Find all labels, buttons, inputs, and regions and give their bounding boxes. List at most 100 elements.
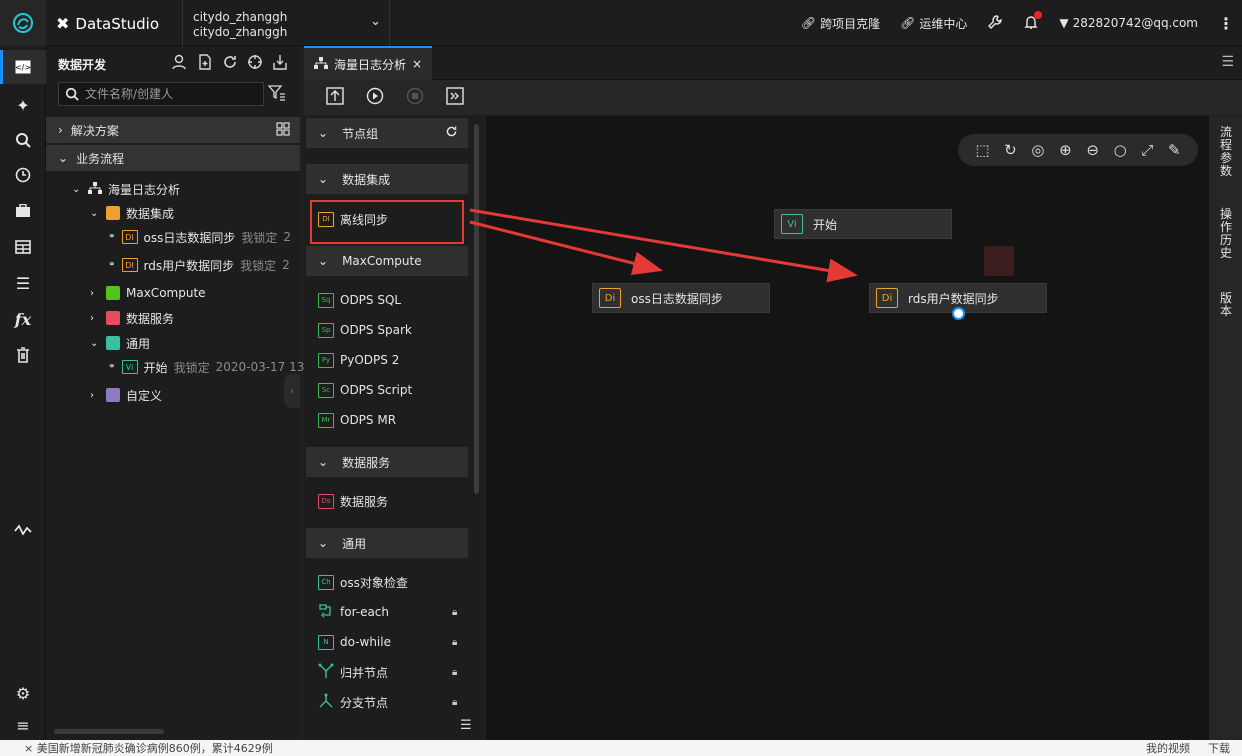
download-link[interactable]: 下载 [1208,740,1230,756]
node-for-each[interactable]: for-each [318,601,389,623]
node-oss-check[interactable]: Ch oss对象检查 [318,571,408,593]
solutions-section[interactable]: › 解决方案 [46,117,300,143]
tree-task-oss[interactable]: ⚭ DI oss日志数据同步 我锁定 2 [108,226,291,248]
ops-center-link[interactable]: 🔗︎ 运维中心 [900,15,967,32]
project-selector[interactable]: citydo_zhanggh citydo_zhanggh ⌄ [182,0,390,46]
workflow-canvas[interactable]: ⬚ ↻ ◎ ⊕ ⊖ ○ ⤢ ✎ Vi 开始 Di oss日志数据同步 Di rd… [486,116,1208,740]
horizontal-scrollbar[interactable] [54,729,164,734]
search-icon[interactable]: ○ [1114,141,1127,159]
canvas-node-oss-sync[interactable]: Di oss日志数据同步 [592,283,770,313]
tree-integration-folder[interactable]: ⌄ 数据集成 [90,202,174,224]
collapse-list-icon[interactable]: ☰ [460,718,472,733]
grid-view-icon[interactable] [276,121,290,139]
chevron-right-icon: › [90,389,94,401]
my-video-link[interactable]: 我的视频 [1146,740,1190,756]
tree-flow-item[interactable]: ⌄ 海量日志分析 [72,178,180,200]
dataworks-logo[interactable] [0,0,46,46]
group-data-service[interactable]: ⌄ 数据服务 [306,447,468,477]
node-label: ODPS SQL [340,293,402,307]
format-layout-icon[interactable]: ✎ [1168,141,1181,159]
node-label: ODPS MR [340,413,397,427]
zoom-out-icon[interactable]: ⊖ [1086,141,1099,159]
code-dev-icon[interactable]: </> [0,50,46,84]
python-icon: Py [318,352,334,368]
node-merge[interactable]: 归并节点 [318,661,388,683]
go-to-ops-icon[interactable] [446,87,464,108]
group-maxcompute[interactable]: ⌄ MaxCompute [306,246,468,276]
settings-gear-icon[interactable]: ⚙ [0,676,46,710]
tree-data-service-folder[interactable]: › 数据服务 [90,307,174,329]
business-flow-section[interactable]: ⌄ 业务流程 [46,145,300,171]
canvas-node-start[interactable]: Vi 开始 [774,209,952,239]
search-icon[interactable] [0,123,46,157]
tree-task-rds[interactable]: ⚭ DI rds用户数据同步 我锁定 2 [108,254,290,276]
node-data-service[interactable]: Ds 数据服务 [318,490,388,512]
node-odps-mr[interactable]: Mr ODPS MR [318,409,396,431]
zoom-in-icon[interactable]: ⊕ [1059,141,1072,159]
more-vertical-icon[interactable]: ⋮ [1218,14,1234,33]
version-tab[interactable]: 版本 [1209,292,1242,318]
flow-params-tab[interactable]: 流程参数 [1209,126,1242,178]
component-puzzle-icon[interactable]: ✦ [0,88,46,122]
search-input[interactable] [85,87,255,101]
import-icon[interactable] [272,54,288,73]
node-output-port[interactable] [952,307,965,320]
group-general[interactable]: ⌄ 通用 [306,528,468,558]
tab-menu-icon[interactable]: ☰ [1221,54,1234,70]
select-box-icon[interactable]: ⬚ [975,141,989,159]
fullscreen-icon[interactable]: ⤢ [1141,141,1153,159]
lock-icon: 🔒︎ [452,697,458,708]
operation-history-tab[interactable]: 操作历史 [1209,208,1242,260]
node-do-while[interactable]: N do-while [318,631,391,653]
function-fx-icon[interactable]: fx [0,302,46,336]
trash-icon[interactable] [0,338,46,372]
activity-chart-icon[interactable] [0,512,46,546]
close-icon[interactable]: × [412,57,422,71]
collapse-panel-button[interactable]: ‹ [284,374,300,408]
refresh-icon[interactable]: ↻ [1004,141,1017,159]
tab-flow[interactable]: 海量日志分析 × [304,46,432,80]
new-file-icon[interactable] [197,54,213,73]
vertical-scrollbar[interactable] [474,124,479,494]
refresh-icon[interactable] [445,125,458,141]
group-label: MaxCompute [342,254,422,268]
node-odps-spark[interactable]: Sp ODPS Spark [318,319,412,341]
group-label: 节点组 [342,126,379,141]
node-label: PyODPS 2 [340,353,400,367]
tree-general-folder[interactable]: ⌄ 通用 [90,332,150,354]
group-data-integration[interactable]: ⌄ 数据集成 [306,164,468,194]
submit-icon[interactable] [326,87,344,108]
cross-project-clone-link[interactable]: 🔗︎ 跨项目克隆 [801,15,880,32]
table-icon[interactable] [0,230,46,264]
node-pyodps[interactable]: Py PyODPS 2 [318,349,399,371]
node-odps-sql[interactable]: Sq ODPS SQL [318,289,401,311]
group-node-groups[interactable]: ⌄ 节点组 [306,118,468,148]
tree-maxcompute-folder[interactable]: › MaxCompute [90,282,206,304]
news-ticker[interactable]: × 美国新增新冠肺炎确诊病例860例，累计4629例 [24,740,273,756]
menu-icon[interactable]: ≡ [0,708,46,742]
wrench-icon[interactable] [987,14,1003,33]
node-odps-script[interactable]: Sc ODPS Script [318,379,412,401]
clock-icon[interactable] [0,158,46,192]
notification-bell-icon[interactable] [1023,10,1043,33]
run-icon[interactable] [366,87,384,108]
search-field[interactable] [58,82,264,106]
stop-icon[interactable] [406,87,424,108]
refresh-icon[interactable] [222,54,238,73]
locate-icon[interactable] [247,54,263,73]
center-icon[interactable]: ◎ [1031,141,1044,159]
product-brand[interactable]: ✖ DataStudio [56,14,159,33]
user-filter-icon[interactable] [172,54,188,73]
svg-text:</>: </> [15,63,31,72]
node-branch[interactable]: 分支节点 [318,691,388,713]
ops-center-label: 运维中心 [919,16,968,31]
briefcase-icon[interactable] [0,194,46,228]
user-account-menu[interactable]: ▼ 282820742@qq.com [1059,16,1198,30]
tree-custom-folder[interactable]: › 自定义 [90,384,162,406]
group-label: 数据集成 [342,172,391,187]
chevron-down-icon: ⌄ [58,151,69,165]
tree-task-start[interactable]: ⚭ Vi 开始 我锁定 2020-03-17 13 [108,356,304,378]
filter-icon[interactable] [267,84,286,105]
general-label: 通用 [126,336,151,351]
list-settings-icon[interactable]: ☰ [0,266,46,300]
